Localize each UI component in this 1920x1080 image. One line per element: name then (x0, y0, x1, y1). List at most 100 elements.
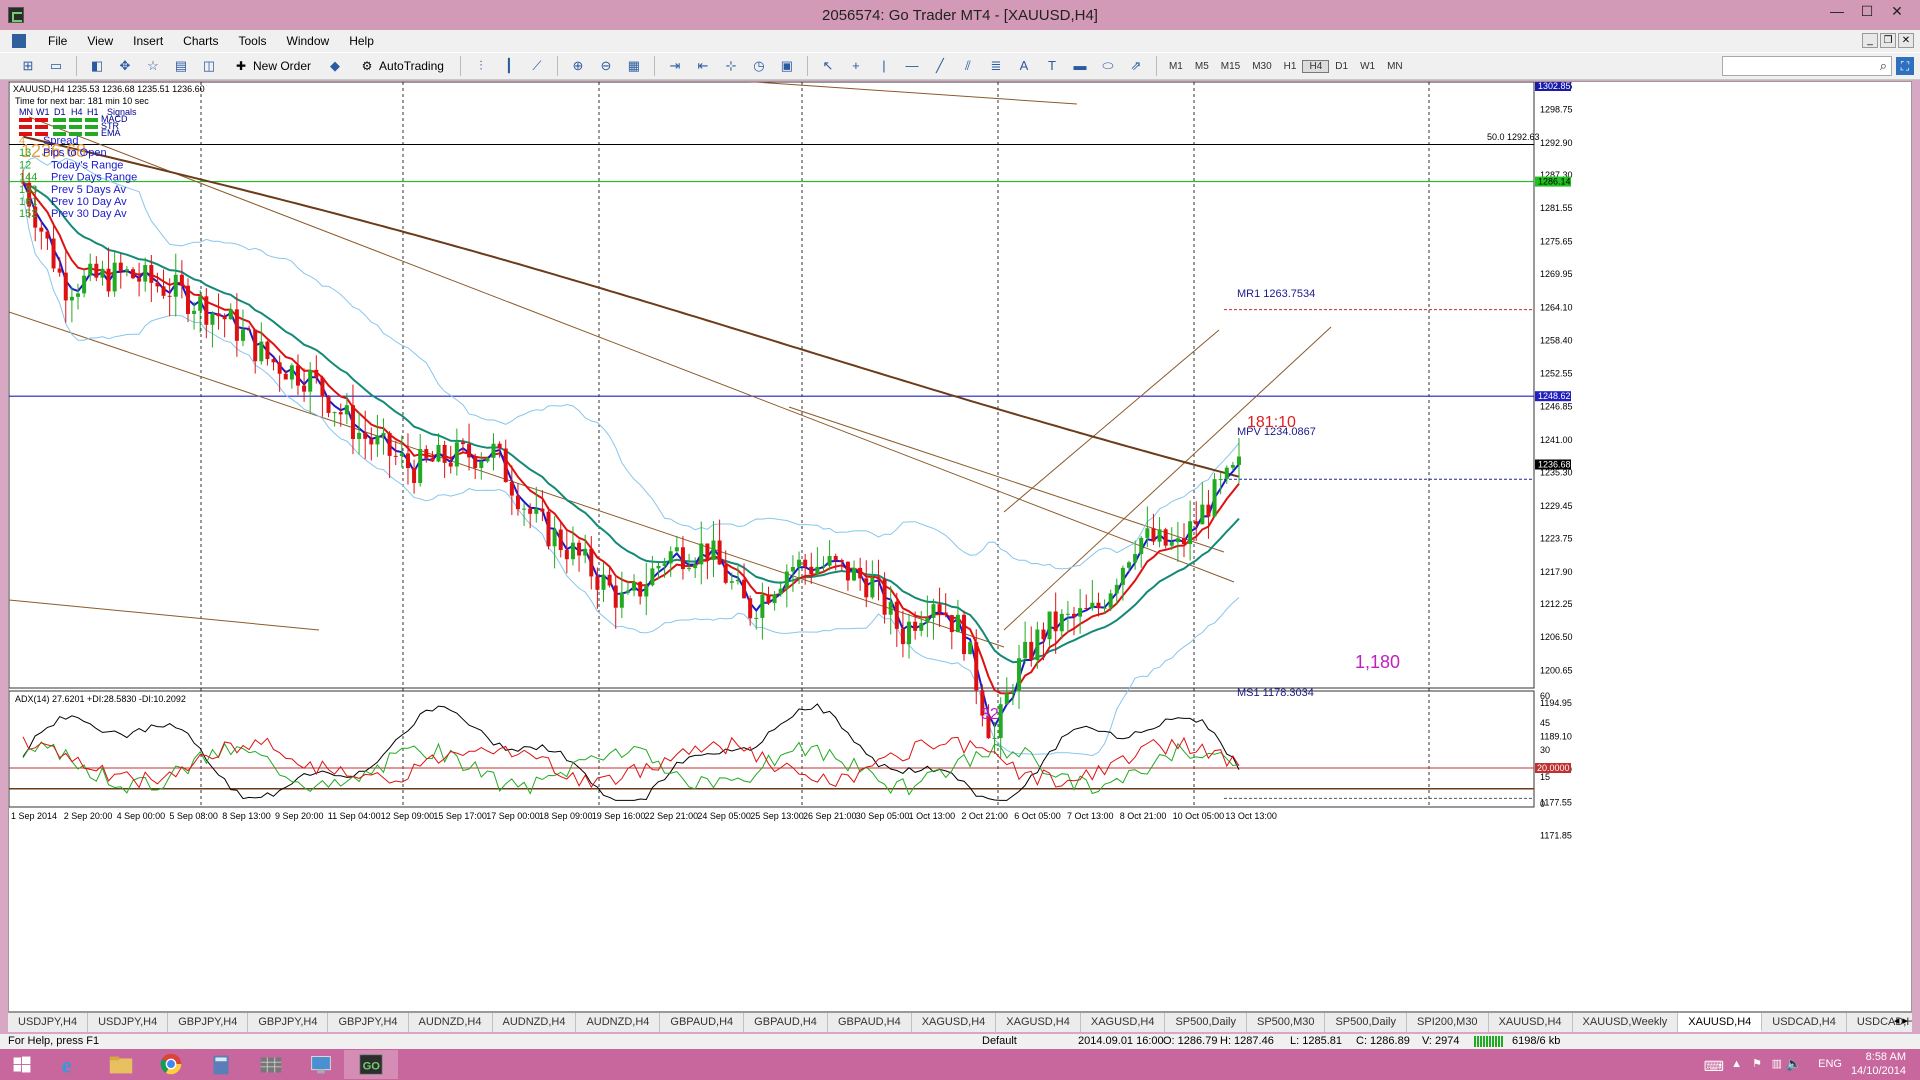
chart-tab[interactable]: SP500,M30 (1247, 1013, 1326, 1032)
search-icon[interactable]: ⌕ (1880, 58, 1887, 74)
menu-window[interactable]: Window (277, 34, 340, 48)
network-icon[interactable]: ▥ (1772, 1057, 1782, 1070)
indicators-icon[interactable]: ⊹ (722, 57, 740, 75)
search-input[interactable]: ⌕ (1722, 56, 1892, 76)
chart-tab[interactable]: SPI200,M30 (1407, 1013, 1489, 1032)
flag-icon[interactable]: ⚑ (1752, 1057, 1762, 1070)
fibonacci-icon[interactable]: ≣ (987, 57, 1005, 75)
text-label-icon[interactable]: T (1043, 57, 1061, 75)
line-chart-icon[interactable]: ⟋ (528, 57, 546, 75)
chart-tab[interactable]: GBPJPY,H4 (328, 1013, 409, 1032)
menu-view[interactable]: View (77, 34, 123, 48)
maximize-button[interactable]: ☐ (1852, 0, 1882, 24)
candlestick-icon[interactable]: ┃ (500, 57, 518, 75)
volume-icon[interactable]: 🔈 (1786, 1056, 1802, 1072)
market-watch-icon[interactable]: ◧ (88, 57, 106, 75)
trendline-icon[interactable]: ╱ (931, 57, 949, 75)
chart-window-icon[interactable] (12, 34, 26, 48)
remote-desktop-icon[interactable] (294, 1050, 348, 1079)
crosshair-icon[interactable]: + (847, 57, 865, 75)
templates-icon[interactable]: ▣ (778, 57, 796, 75)
vertical-line-icon[interactable]: | (875, 57, 893, 75)
tray-expand-icon[interactable]: ▲ (1731, 1058, 1742, 1070)
mdi-restore-button[interactable]: ❐ (1880, 33, 1896, 48)
timeframe-mn[interactable]: MN (1381, 61, 1409, 72)
chart-canvas[interactable]: 1302.851298.751292.901287.301281.551275.… (9, 82, 1913, 1013)
profile-name[interactable]: Default (982, 1035, 1017, 1047)
arrows-icon[interactable]: ⇗ (1127, 57, 1145, 75)
tab-active[interactable]: XAUUSD,H4 (1678, 1013, 1763, 1032)
zoom-out-icon[interactable]: ⊖ (597, 57, 615, 75)
timeframe-m5[interactable]: M5 (1189, 61, 1215, 72)
menu-insert[interactable]: Insert (123, 34, 173, 48)
mt4-taskbar-icon[interactable]: GO (344, 1050, 398, 1079)
timeframe-h1[interactable]: H1 (1278, 61, 1303, 72)
auto-scroll-icon[interactable]: ⇥ (666, 57, 684, 75)
chart-tab[interactable]: SP500,Daily (1165, 1013, 1247, 1032)
minimize-button[interactable]: — (1822, 0, 1852, 24)
chart-tab[interactable]: AUDNZD,H4 (493, 1013, 577, 1032)
chart-tab[interactable]: USDCAD,H4 (1762, 1013, 1847, 1032)
chart-tab[interactable]: XAUUSD,H4 (1489, 1013, 1573, 1032)
keyboard-icon[interactable]: ⌨ (1704, 1058, 1724, 1075)
chart-tab[interactable]: GBPJPY,H4 (168, 1013, 249, 1032)
menu-file[interactable]: File (38, 34, 77, 48)
timeframe-w1[interactable]: W1 (1354, 61, 1381, 72)
chart-tab[interactable]: SP500,Daily (1325, 1013, 1408, 1032)
equidistant-channel-icon[interactable]: ⫽ (959, 57, 977, 75)
grid-app-icon[interactable] (244, 1050, 298, 1079)
horizontal-line-icon[interactable]: — (903, 57, 921, 75)
timeframe-d1[interactable]: D1 (1329, 61, 1354, 72)
data-window-icon[interactable]: ✥ (116, 57, 134, 75)
new-order-button[interactable]: ✚ New Order (227, 55, 317, 77)
close-button[interactable]: ✕ (1882, 0, 1912, 24)
timeframe-m15[interactable]: M15 (1215, 61, 1246, 72)
chrome-icon[interactable] (144, 1050, 198, 1079)
menu-tools[interactable]: Tools (229, 34, 277, 48)
chart-tab[interactable]: AUDNZD,H4 (409, 1013, 493, 1032)
new-chart-icon[interactable]: ⊞ (19, 57, 37, 75)
chart-tab[interactable]: USDJPY,H4 (8, 1013, 89, 1032)
menu-charts[interactable]: Charts (173, 34, 228, 48)
autotrading-button[interactable]: ⚙ AutoTrading (353, 55, 450, 77)
tab-scroll-arrows-icon[interactable]: ◂ ▸ (1894, 1014, 1908, 1027)
chart-tab[interactable]: GBPJPY,H4 (248, 1013, 329, 1032)
file-explorer-icon[interactable] (94, 1050, 148, 1079)
chart-tab[interactable]: GBPAUD,H4 (744, 1013, 828, 1032)
navigator-icon[interactable]: ☆ (144, 57, 162, 75)
terminal-icon[interactable]: ▤ (172, 57, 190, 75)
tile-windows-icon[interactable]: ▦ (625, 57, 643, 75)
chart-tab[interactable]: USDJPY,H4 (88, 1013, 169, 1032)
start-button[interactable] (0, 1050, 44, 1079)
cursor-icon[interactable]: ↖ (819, 57, 837, 75)
community-icon[interactable]: ⛶ (1896, 57, 1914, 75)
chart-tab[interactable]: XAGUSD,H4 (1081, 1013, 1166, 1032)
timeframe-m30[interactable]: M30 (1246, 61, 1277, 72)
chart-tab[interactable]: AUDNZD,H4 (576, 1013, 661, 1032)
language-indicator[interactable]: ENG (1818, 1058, 1842, 1070)
text-icon[interactable]: A (1015, 57, 1033, 75)
clock-date[interactable]: 14/10/2014 (1851, 1065, 1906, 1077)
mdi-minimize-button[interactable]: _ (1862, 33, 1878, 48)
mdi-close-button[interactable]: ✕ (1898, 33, 1914, 48)
chart-tab[interactable]: XAGUSD,H4 (912, 1013, 997, 1032)
timeframe-h4[interactable]: H4 (1302, 59, 1330, 73)
zoom-in-icon[interactable]: ⊕ (569, 57, 587, 75)
bar-chart-icon[interactable]: ⫶ (472, 57, 490, 75)
chart-window[interactable]: 1302.851298.751292.901287.301281.551275.… (8, 81, 1912, 1012)
chart-shift-icon[interactable]: ⇤ (694, 57, 712, 75)
chart-tab[interactable]: XAGUSD,H4 (996, 1013, 1081, 1032)
clock-time[interactable]: 8:58 AM (1866, 1051, 1906, 1063)
metaeditor-icon[interactable]: ◆ (326, 57, 344, 75)
menu-help[interactable]: Help (339, 34, 384, 48)
calculator-icon[interactable] (194, 1050, 248, 1079)
periods-icon[interactable]: ◷ (750, 57, 768, 75)
profiles-icon[interactable]: ▭ (47, 57, 65, 75)
timeframe-m1[interactable]: M1 (1163, 61, 1189, 72)
rectangle-icon[interactable]: ▬ (1071, 57, 1089, 75)
tester-icon[interactable]: ◫ (200, 57, 218, 75)
chart-tab[interactable]: XAUUSD,Weekly (1573, 1013, 1679, 1032)
internet-explorer-icon[interactable]: e (44, 1050, 98, 1079)
ellipse-icon[interactable]: ⬭ (1099, 57, 1117, 75)
chart-tab[interactable]: GBPAUD,H4 (660, 1013, 745, 1032)
